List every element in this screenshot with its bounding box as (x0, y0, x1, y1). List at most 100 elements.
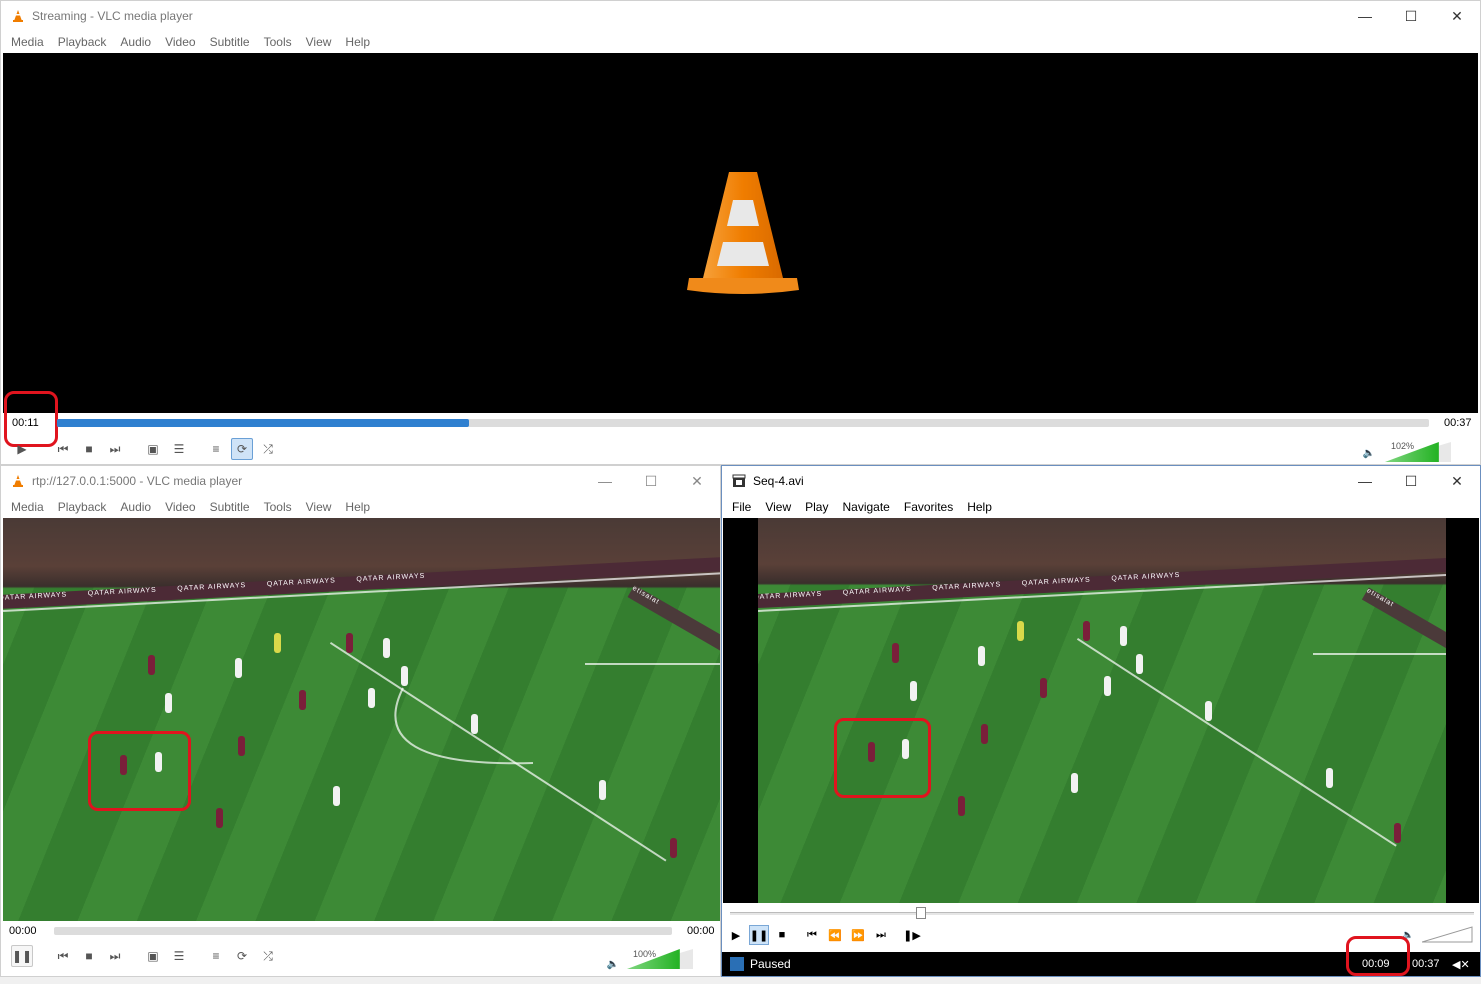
menu-favorites[interactable]: Favorites (897, 500, 960, 514)
playback-status: Paused (750, 957, 791, 971)
seek-bar[interactable] (57, 419, 1429, 427)
menu-video[interactable]: Video (158, 35, 202, 49)
previous-icon[interactable]: ⏮ (802, 925, 822, 945)
shuffle-icon[interactable]: ⤮ (257, 945, 279, 967)
playlist-icon[interactable]: ≡ (205, 438, 227, 460)
stop-icon[interactable]: ■ (78, 945, 100, 967)
vlc-rtp-window: rtp://127.0.0.1:5000 - VLC media player … (0, 465, 721, 977)
close-icon[interactable]: ✕ (674, 466, 720, 496)
seek-thumb[interactable] (916, 907, 926, 919)
previous-icon[interactable]: ⏮ (52, 438, 74, 460)
pause-button[interactable]: ❚❚ (11, 945, 33, 967)
stop-icon[interactable]: ■ (78, 438, 100, 460)
menu-playback[interactable]: Playback (51, 35, 114, 49)
menu-help[interactable]: Help (960, 500, 999, 514)
menu-file[interactable]: File (725, 500, 758, 514)
menu-subtitle[interactable]: Subtitle (203, 35, 257, 49)
rewind-icon[interactable]: ⏪ (825, 925, 845, 945)
menu-audio[interactable]: Audio (113, 35, 158, 49)
menu-play[interactable]: Play (798, 500, 835, 514)
menu-tools[interactable]: Tools (257, 35, 299, 49)
menu-view[interactable]: View (299, 35, 339, 49)
speaker-icon[interactable]: 🔈 (605, 956, 621, 972)
extended-settings-icon[interactable]: ☰ (168, 438, 190, 460)
stadium-ad-board: QATAR AIRWAYS QATAR AIRWAYS QATAR AIRWAY… (758, 557, 1446, 609)
stop-icon[interactable]: ■ (772, 925, 792, 945)
volume-slider[interactable] (627, 949, 693, 969)
minimize-icon[interactable]: — (1342, 1, 1388, 31)
elapsed-time: 00:00 (9, 925, 37, 937)
menu-view[interactable]: View (758, 500, 798, 514)
frame-step-icon[interactable]: ❚▶ (902, 925, 922, 945)
next-icon[interactable]: ⏭ (871, 925, 891, 945)
volume-slider[interactable] (1421, 925, 1474, 943)
menu-media[interactable]: Media (4, 35, 51, 49)
close-icon[interactable]: ✕ (1434, 1, 1480, 31)
window-title: rtp://127.0.0.1:5000 - VLC media player (32, 474, 243, 488)
volume-slider[interactable] (1385, 442, 1451, 462)
fullscreen-icon[interactable]: ▣ (142, 438, 164, 460)
stadium-ad-board: etisalat (627, 584, 720, 658)
speaker-icon[interactable]: ◀✕ (1452, 958, 1470, 971)
video-area[interactable] (3, 53, 1478, 413)
menu-bar: Media Playback Audio Video Subtitle Tool… (1, 496, 720, 518)
menu-view[interactable]: View (299, 500, 339, 514)
total-time: 00:37 (1444, 417, 1472, 429)
extended-settings-icon[interactable]: ☰ (168, 945, 190, 967)
menu-bar: File View Play Navigate Favorites Help (722, 496, 1480, 518)
vlc-cone-icon (10, 473, 26, 489)
maximize-icon[interactable]: ☐ (1388, 1, 1434, 31)
next-icon[interactable]: ⏭ (104, 945, 126, 967)
media-player-classic-window: Seq-4.avi — ☐ ✕ File View Play Navigate … (721, 465, 1481, 977)
menu-navigate[interactable]: Navigate (835, 500, 896, 514)
film-clapper-icon (731, 473, 747, 489)
window-title: Seq-4.avi (753, 474, 804, 488)
total-time: 00:37 (1412, 958, 1440, 970)
menu-help[interactable]: Help (338, 35, 377, 49)
speaker-icon[interactable]: 🔈 (1361, 445, 1377, 461)
video-area[interactable]: QATAR AIRWAYS QATAR AIRWAYS QATAR AIRWAY… (3, 518, 720, 921)
play-button[interactable]: ▶ (726, 925, 746, 945)
playlist-icon[interactable]: ≡ (205, 945, 227, 967)
menu-help[interactable]: Help (338, 500, 377, 514)
play-button[interactable]: ▶ (11, 438, 33, 460)
vlc-cone-icon (10, 8, 26, 24)
title-bar[interactable]: Streaming - VLC media player — ☐ ✕ (1, 1, 1480, 31)
maximize-icon[interactable]: ☐ (1388, 466, 1434, 496)
menu-bar: Media Playback Audio Video Subtitle Tool… (1, 31, 1480, 53)
previous-icon[interactable]: ⏮ (52, 945, 74, 967)
fullscreen-icon[interactable]: ▣ (142, 945, 164, 967)
vlc-cone-icon (687, 172, 799, 294)
menu-audio[interactable]: Audio (113, 500, 158, 514)
maximize-icon[interactable]: ☐ (628, 466, 674, 496)
seek-bar[interactable] (730, 907, 1474, 919)
menu-media[interactable]: Media (4, 500, 51, 514)
highlight-box (1346, 936, 1410, 976)
vlc-streaming-window: Streaming - VLC media player — ☐ ✕ Media… (0, 0, 1481, 465)
next-icon[interactable]: ⏭ (104, 438, 126, 460)
fast-forward-icon[interactable]: ⏩ (848, 925, 868, 945)
stadium-ad-board: etisalat (1361, 587, 1446, 655)
video-area[interactable]: QATAR AIRWAYS QATAR AIRWAYS QATAR AIRWAY… (723, 518, 1479, 903)
title-bar[interactable]: Seq-4.avi — ☐ ✕ (722, 466, 1480, 496)
title-bar[interactable]: rtp://127.0.0.1:5000 - VLC media player … (1, 466, 720, 496)
menu-tools[interactable]: Tools (257, 500, 299, 514)
menu-video[interactable]: Video (158, 500, 202, 514)
loop-icon[interactable]: ⟳ (231, 438, 253, 460)
seek-progress (57, 419, 469, 427)
highlight-box (834, 718, 931, 798)
window-title: Streaming - VLC media player (32, 9, 193, 23)
seek-bar[interactable] (54, 927, 672, 935)
highlight-box (88, 731, 191, 811)
loop-icon[interactable]: ⟳ (231, 945, 253, 967)
menu-subtitle[interactable]: Subtitle (203, 500, 257, 514)
minimize-icon[interactable]: — (1342, 466, 1388, 496)
shuffle-icon[interactable]: ⤮ (257, 438, 279, 460)
close-icon[interactable]: ✕ (1434, 466, 1480, 496)
stadium-ad-board: QATAR AIRWAYS QATAR AIRWAYS QATAR AIRWAY… (3, 556, 720, 610)
menu-playback[interactable]: Playback (51, 500, 114, 514)
total-time: 00:00 (687, 925, 715, 937)
pause-button[interactable]: ❚❚ (749, 925, 769, 945)
elapsed-time: 00:11 (12, 417, 39, 429)
minimize-icon[interactable]: — (582, 466, 628, 496)
